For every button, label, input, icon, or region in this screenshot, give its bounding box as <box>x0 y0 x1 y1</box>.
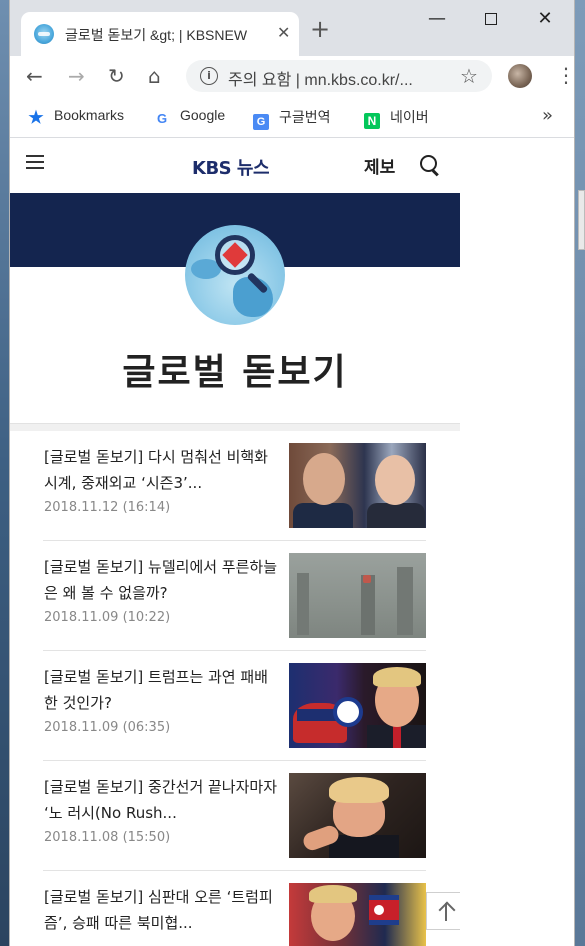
background-window-scrollbar <box>578 190 585 250</box>
article-date: 2018.11.09 (06:35) <box>44 720 171 735</box>
article-thumbnail[interactable] <box>289 553 426 638</box>
article-item[interactable]: [글로벌 돋보기] 트럼프는 과연 패배한 것인가? 2018.11.09 (0… <box>43 651 426 761</box>
article-date: 2018.11.09 (10:22) <box>44 610 171 625</box>
bookmark-google[interactable]: G Google <box>154 107 225 127</box>
article-title[interactable]: [글로벌 돋보기] 다시 멈춰선 비핵화 시계, 중재외교 ‘시즌3’... <box>44 444 280 496</box>
browser-window: 글로벌 돋보기 &gt; | KBSNEW ✕ + — ✕ ← → ↻ ⌂ i … <box>9 0 575 946</box>
magnifier-globe-emblem-icon <box>185 225 285 325</box>
bookmark-label: Google <box>180 107 226 123</box>
logo-kbs: KBS <box>192 158 232 179</box>
maximize-button[interactable] <box>468 8 514 32</box>
translate-icon: G <box>253 114 269 130</box>
desktop-background-right <box>575 0 585 946</box>
article-title[interactable]: [글로벌 돋보기] 트럼프는 과연 패배한 것인가? <box>44 664 280 716</box>
page-blank-area <box>460 139 574 946</box>
close-window-button[interactable]: ✕ <box>522 8 568 32</box>
page-content: KBS 뉴스 제보 글로벌 돋보기 [글로벌 돋보기] 다시 멈춰선 비핵화 시… <box>10 139 460 946</box>
article-title[interactable]: [글로벌 돋보기] 뉴델리에서 푸른하늘은 왜 볼 수 없을까? <box>44 554 280 606</box>
section-divider <box>10 423 460 431</box>
bookmarks-bar: ★ Bookmarks G Google G 구글번역 N 네이버 » <box>10 96 574 138</box>
bookmark-naver[interactable]: N 네이버 <box>364 107 429 129</box>
hamburger-menu-icon[interactable] <box>26 155 44 169</box>
article-title[interactable]: [글로벌 돋보기] 심판대 오른 ‘트럼피즘’, 승패 따른 북미협... <box>44 884 280 936</box>
bookmark-bookmarks[interactable]: ★ Bookmarks <box>28 107 124 126</box>
browser-tab[interactable]: 글로벌 돋보기 &gt; | KBSNEW ✕ <box>21 12 299 56</box>
minimize-button[interactable]: — <box>414 8 460 32</box>
more-menu-icon[interactable]: ⋮ <box>556 62 574 88</box>
bookmark-label: 네이버 <box>390 109 429 125</box>
back-icon[interactable]: ← <box>26 64 43 88</box>
page-title: 글로벌 돋보기 <box>122 352 348 393</box>
scroll-to-top-button[interactable] <box>426 892 460 930</box>
tab-bar: 글로벌 돋보기 &gt; | KBSNEW ✕ + — ✕ <box>10 0 574 56</box>
article-item[interactable]: [글로벌 돋보기] 뉴델리에서 푸른하늘은 왜 볼 수 없을까? 2018.11… <box>43 541 426 651</box>
article-date: 2018.11.08 (15:50) <box>44 830 171 845</box>
desktop-background-left <box>0 0 9 946</box>
naver-icon: N <box>364 113 380 129</box>
maximize-icon <box>485 13 497 25</box>
tab-title: 글로벌 돋보기 &gt; | KBSNEW <box>65 27 248 43</box>
address-text[interactable]: 주의 요함 | mn.kbs.co.kr/... <box>228 66 448 90</box>
article-date: 2018.11.12 (16:14) <box>44 500 171 515</box>
logo-news: 뉴스 <box>236 158 270 179</box>
star-icon: ★ <box>28 108 44 127</box>
kbs-favicon-icon <box>34 24 54 44</box>
article-thumbnail[interactable] <box>289 443 426 528</box>
bookmark-label: Bookmarks <box>54 107 125 123</box>
bookmark-translate[interactable]: G 구글번역 <box>253 107 331 130</box>
article-thumbnail[interactable] <box>289 883 426 946</box>
site-header: KBS 뉴스 제보 <box>10 139 460 193</box>
reload-icon[interactable]: ↻ <box>108 64 125 88</box>
browser-toolbar: ← → ↻ ⌂ i 주의 요함 | mn.kbs.co.kr/... ☆ ⋮ <box>10 56 574 96</box>
new-tab-button[interactable]: + <box>310 17 330 41</box>
bookmark-label: 구글번역 <box>279 109 331 125</box>
search-icon[interactable] <box>420 155 440 175</box>
profile-avatar[interactable] <box>508 64 532 88</box>
article-title[interactable]: [글로벌 돋보기] 중간선거 끝나자마자 ‘노 러시(No Rush... <box>44 774 280 826</box>
kbs-news-logo[interactable]: KBS 뉴스 <box>192 154 270 180</box>
report-link[interactable]: 제보 <box>364 153 395 178</box>
article-item[interactable]: [글로벌 돋보기] 심판대 오른 ‘트럼피즘’, 승패 따른 북미협... <box>43 871 426 946</box>
article-item[interactable]: [글로벌 돋보기] 다시 멈춰선 비핵화 시계, 중재외교 ‘시즌3’... 2… <box>43 431 426 541</box>
google-icon: G <box>156 111 168 126</box>
article-thumbnail[interactable] <box>289 773 426 858</box>
bookmarks-overflow-button[interactable]: » <box>542 105 553 126</box>
bookmark-star-icon[interactable]: ☆ <box>460 64 478 88</box>
article-item[interactable]: [글로벌 돋보기] 중간선거 끝나자마자 ‘노 러시(No Rush... 20… <box>43 761 426 871</box>
forward-icon[interactable]: → <box>68 64 85 88</box>
home-icon[interactable]: ⌂ <box>148 64 161 88</box>
close-tab-icon[interactable]: ✕ <box>277 23 290 42</box>
address-bar[interactable]: i 주의 요함 | mn.kbs.co.kr/... ☆ <box>186 60 492 92</box>
info-icon[interactable]: i <box>200 67 218 85</box>
article-thumbnail[interactable] <box>289 663 426 748</box>
